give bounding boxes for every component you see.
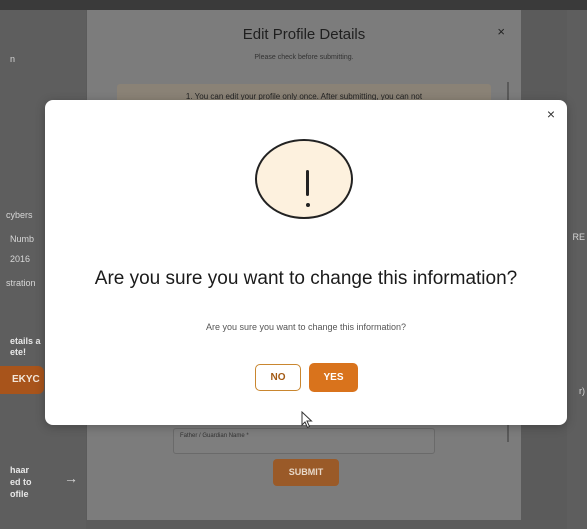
top-bar	[0, 0, 587, 10]
left-text: Numb	[10, 234, 35, 244]
arrow-right-icon[interactable]: →	[64, 470, 78, 486]
dialog-title: Are you sure you want to change this inf…	[94, 268, 518, 289]
right-text: r)	[579, 386, 585, 396]
left-text: haar	[10, 465, 30, 475]
sheet-subtitle: Please check before submitting.	[254, 54, 354, 61]
icon-circle	[255, 139, 353, 219]
close-icon[interactable]: ×	[497, 24, 505, 39]
dialog-message: Are you sure you want to change this inf…	[205, 322, 407, 332]
guardian-name-field[interactable]: Father / Guardian Name *	[173, 428, 435, 454]
left-text: ofile	[10, 489, 29, 499]
left-text: ete!	[10, 347, 27, 357]
ekyc-button[interactable]: EKYC	[0, 366, 44, 394]
left-text: n	[10, 54, 16, 64]
right-panel: RE r)	[567, 10, 587, 529]
no-button[interactable]: NO	[255, 364, 301, 391]
sheet-title: Edit Profile Details	[242, 26, 366, 43]
right-text: RE	[572, 232, 585, 242]
left-text: stration	[6, 278, 36, 288]
left-text: etails a	[10, 336, 41, 346]
yes-button[interactable]: YES	[309, 363, 358, 392]
left-text: 2016	[10, 254, 31, 264]
exclamation-icon	[249, 136, 365, 224]
left-text: cybers	[6, 210, 33, 220]
icon-dot	[305, 203, 310, 207]
icon-bar	[306, 170, 309, 196]
field-label: Father / Guardian Name *	[180, 433, 249, 439]
submit-button[interactable]: SUBMIT	[273, 459, 339, 486]
cursor-icon	[301, 411, 313, 429]
close-icon[interactable]: ×	[547, 106, 555, 122]
confirm-dialog: × Are you sure you want to change this i…	[45, 100, 567, 425]
left-text: ed to	[10, 477, 32, 487]
